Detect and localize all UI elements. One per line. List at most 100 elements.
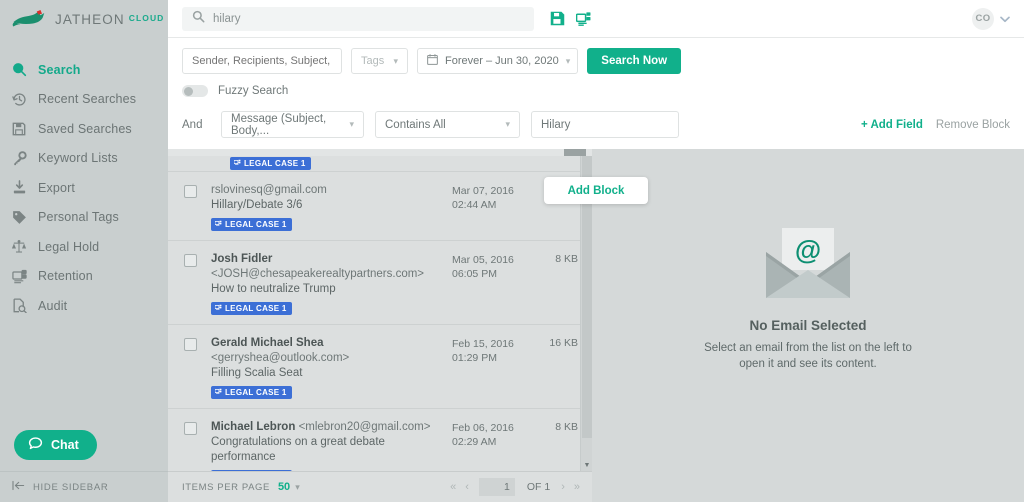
email-subject: How to neutralize Trump <box>211 283 336 295</box>
sidebar-item-label: Audit <box>38 298 68 313</box>
sidebar: JATHEON CLOUD Search Recent Searches Sav… <box>0 0 168 502</box>
app-logo[interactable]: JATHEON CLOUD <box>0 0 168 38</box>
app-root: JATHEON CLOUD Search Recent Searches Sav… <box>0 0 1024 502</box>
add-field-button[interactable]: + Add Field <box>861 119 923 131</box>
query-builder-row: And Message (Subject, Body,... ▾ Contain… <box>168 103 1024 149</box>
sidebar-item-saved-searches[interactable]: Saved Searches <box>0 114 168 144</box>
email-subject: Congratulations on a great debate perfor… <box>211 436 385 463</box>
svg-text:@: @ <box>795 235 821 265</box>
fuzzy-search-toggle[interactable] <box>182 85 208 97</box>
sidebar-item-label: Recent Searches <box>38 92 137 107</box>
email-datetime: Feb 15, 2016 01:29 PM <box>452 336 528 365</box>
scroll-down-arrow-icon[interactable]: ▼ <box>581 459 593 471</box>
sidebar-item-legal-hold[interactable]: Legal Hold <box>0 232 168 262</box>
main-area: CO Tags ▾ <box>168 0 1024 502</box>
query-value-input[interactable] <box>531 111 679 138</box>
chat-button[interactable]: Chat <box>14 430 97 460</box>
status-badge-label: LEGAL CASE 1 <box>225 388 287 397</box>
row-checkbox[interactable] <box>184 338 197 351</box>
email-sender-address: <gerryshea@outlook.com> <box>211 352 350 364</box>
current-page-input[interactable]: 1 <box>478 478 515 496</box>
items-per-page-value[interactable]: 50 <box>278 481 290 493</box>
date-range-picker[interactable]: Forever – Jun 30, 2020 ▾ <box>417 48 579 74</box>
table-row[interactable]: rslovinesq@gmail.com Hillary/Debate 3/6 … <box>168 172 592 241</box>
add-block-button[interactable]: Add Block <box>544 177 648 204</box>
email-date: Mar 05, 2016 <box>452 254 514 266</box>
search-icon <box>11 62 27 78</box>
sidebar-item-retention[interactable]: Retention <box>0 262 168 292</box>
table-row[interactable]: Josh Fidler <JOSH@chesapeakerealtypartne… <box>168 241 592 325</box>
table-row[interactable]: Gerald Michael Shea <gerryshea@outlook.c… <box>168 325 592 409</box>
query-field-value: Message (Subject, Body,... <box>231 112 327 137</box>
email-preview-pane: @ No Email Selected Select an email from… <box>592 149 1024 471</box>
global-search-field[interactable] <box>182 6 534 31</box>
email-subject: Filling Scalia Seat <box>211 367 303 379</box>
sidebar-item-label: Keyword Lists <box>38 151 118 166</box>
first-page-button[interactable]: « <box>448 481 458 493</box>
sidebar-item-personal-tags[interactable]: Personal Tags <box>0 203 168 233</box>
sidebar-item-recent-searches[interactable]: Recent Searches <box>0 85 168 115</box>
email-sender-name: Michael Lebron <box>211 421 296 433</box>
chat-button-label: Chat <box>51 438 79 452</box>
sidebar-item-keyword-lists[interactable]: Keyword Lists <box>0 144 168 174</box>
status-badge: LEGAL CASE 1 <box>211 218 292 231</box>
chevron-down-icon: ▾ <box>565 55 571 66</box>
sender-recipients-input[interactable] <box>182 48 342 74</box>
next-page-button[interactable]: › <box>559 481 567 493</box>
save-search-icon[interactable] <box>550 11 565 26</box>
sidebar-item-label: Retention <box>38 269 93 284</box>
chevron-down-icon: ▾ <box>393 55 398 66</box>
legal-hold-icon[interactable] <box>576 11 592 26</box>
total-pages-label: OF 1 <box>526 481 551 493</box>
query-field-select[interactable]: Message (Subject, Body,... ▾ <box>221 111 364 138</box>
row-checkbox[interactable] <box>184 185 197 198</box>
horizontal-scrollbar[interactable] <box>168 149 592 156</box>
search-input[interactable] <box>213 12 524 25</box>
row-checkbox[interactable] <box>184 254 197 267</box>
history-icon <box>11 91 27 107</box>
query-operator-label: And <box>182 118 203 131</box>
email-time: 01:29 PM <box>452 352 497 364</box>
remove-block-button[interactable]: Remove Block <box>936 119 1010 131</box>
horizontal-scrollbar-thumb[interactable] <box>564 149 586 156</box>
chevron-down-icon[interactable]: ▾ <box>295 482 300 493</box>
sidebar-item-export[interactable]: Export <box>0 173 168 203</box>
hide-sidebar-button[interactable]: HIDE SIDEBAR <box>0 471 168 502</box>
email-summary: Michael Lebron <mlebron20@gmail.com> Con… <box>211 420 438 471</box>
search-now-button[interactable]: Search Now <box>587 48 682 74</box>
table-row[interactable]: Michael Lebron <mlebron20@gmail.com> Con… <box>168 409 592 471</box>
status-badge: LEGAL CASE 1 <box>230 157 311 170</box>
sidebar-item-search[interactable]: Search <box>0 55 168 85</box>
user-menu[interactable]: CO <box>972 7 1010 30</box>
row-checkbox[interactable] <box>184 422 197 435</box>
sidebar-item-audit[interactable]: Audit <box>0 291 168 321</box>
date-range-value: Forever – Jun 30, 2020 <box>445 55 559 67</box>
retention-icon <box>11 268 27 284</box>
email-summary: Josh Fidler <JOSH@chesapeakerealtypartne… <box>211 252 438 316</box>
tags-dropdown-label: Tags <box>361 55 385 67</box>
collapse-arrow-icon <box>12 478 25 496</box>
email-sender: rslovinesq@gmail.com <box>211 183 438 198</box>
filter-bar: Tags ▾ Forever – Jun 30, 2020 ▾ <box>168 38 1024 103</box>
sidebar-item-label: Search <box>38 62 81 77</box>
email-date: Mar 07, 2016 <box>452 185 514 197</box>
tags-dropdown[interactable]: Tags ▾ <box>351 48 408 74</box>
email-sender-name: Josh Fidler <box>211 253 273 265</box>
chat-bubble-icon <box>28 436 43 454</box>
sidebar-item-label: Legal Hold <box>38 239 100 254</box>
download-icon <box>11 180 27 196</box>
last-page-button[interactable]: » <box>572 481 582 493</box>
list-item-partial[interactable]: LEGAL CASE 1 <box>168 156 592 172</box>
chevron-down-icon <box>1000 10 1010 28</box>
status-badge-label: LEGAL CASE 1 <box>225 220 287 229</box>
email-datetime: Mar 07, 2016 02:44 AM <box>452 183 528 212</box>
brand-suffix: CLOUD <box>128 12 165 23</box>
status-badge: LEGAL CASE 1 <box>211 470 292 471</box>
empty-state-subtitle-line1: Select an email from the list on the lef… <box>704 342 912 354</box>
email-size: 8 KB <box>555 253 578 265</box>
chat-widget: Chat <box>14 430 97 460</box>
query-condition-select[interactable]: Contains All ▾ <box>375 111 520 138</box>
email-sender-address: <JOSH@chesapeakerealtypartners.com> <box>211 268 425 280</box>
email-list: LEGAL CASE 1 rslovinesq@gmail.com Hillar… <box>168 156 592 471</box>
prev-page-button[interactable]: ‹ <box>463 481 471 493</box>
